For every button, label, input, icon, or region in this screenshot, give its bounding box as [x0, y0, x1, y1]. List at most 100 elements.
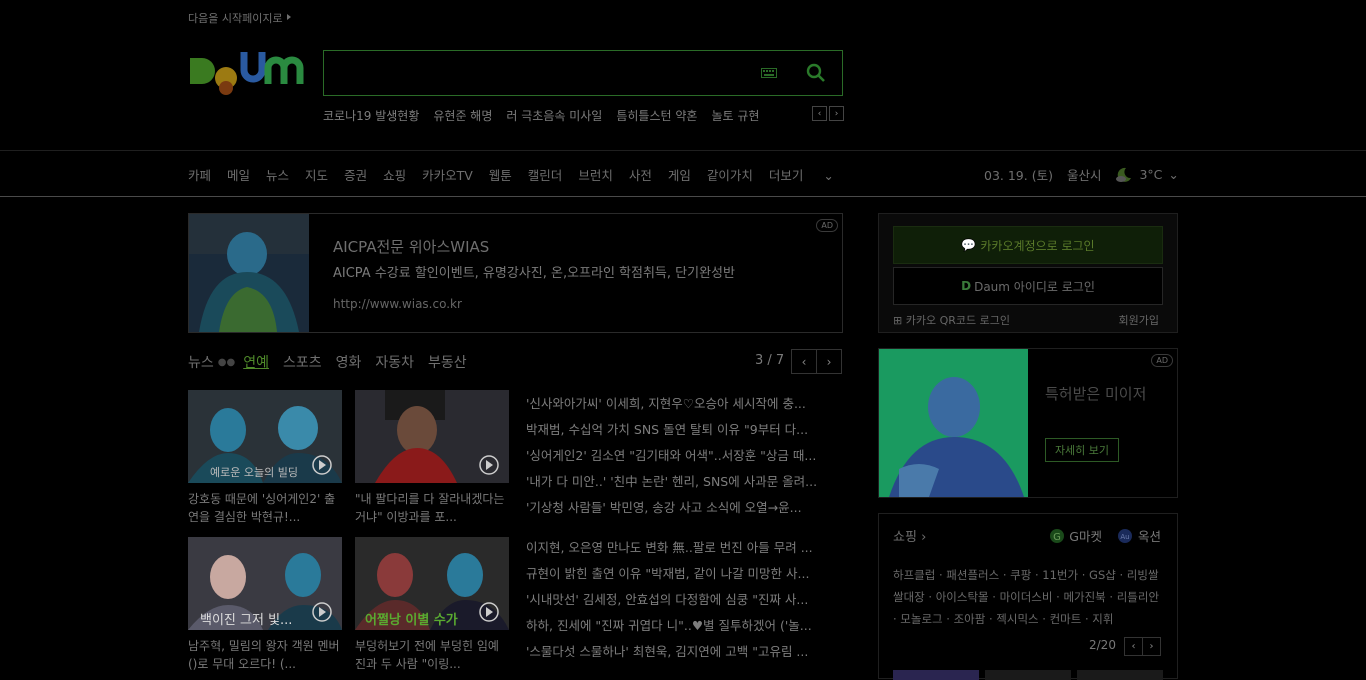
tab-realestate[interactable]: 부동산 — [428, 352, 467, 372]
news-headline[interactable]: '시내맛선' 김세정, 안효섭의 다정함에 심쿵 "진짜 사... — [526, 587, 844, 613]
news-thumbnail[interactable]: 예로운 오늘의 빌딩 — [188, 390, 342, 483]
ad-description: AICPA 수강료 할인이벤트, 유명강사진, 온,오프라인 학점취득, 단기완… — [333, 266, 735, 281]
location-text[interactable]: 울산시 — [1067, 165, 1102, 184]
news-headline[interactable]: '내가 다 미안..' '친中 논란' 헨리, SNS에 사과문 올려... — [526, 469, 844, 495]
auction-label: 옥션 — [1137, 529, 1161, 544]
gmarket-link[interactable]: G G마켓 — [1049, 526, 1102, 545]
auction-icon: Au — [1117, 528, 1132, 543]
nav-item-calendar[interactable]: 캘린더 — [528, 165, 563, 184]
nav-item-dictionary[interactable]: 사전 — [629, 165, 652, 184]
news-thumbnail[interactable]: 백이진 그저 빛... — [188, 537, 342, 630]
ad-banner[interactable]: AD AICPA전문 위아스WIAS AICPA 수강료 할인이벤트, 유명강사… — [188, 213, 843, 333]
thumbnail-overlay-text: 예로운 오늘의 빌딩 — [210, 466, 298, 479]
news-headline[interactable]: '신사와아가씨' 이세희, 지현우♡오승아 세시작에 충... — [526, 391, 844, 417]
chevron-right-icon[interactable]: › — [1142, 637, 1161, 656]
nav-item-brunch[interactable]: 브런치 — [578, 165, 613, 184]
chevron-left-icon[interactable]: ‹ — [812, 106, 827, 121]
shopping-partners: G G마켓 Au 옥션 — [1049, 526, 1161, 545]
issue-keyword[interactable]: 코로나19 발생현황 — [323, 107, 419, 125]
weather-group[interactable]: 3°C ⌄ — [1115, 166, 1179, 184]
news-list: 이지현, 오은영 만나도 변화 無..팔로 번진 아들 무려 ... 규현이 밝… — [526, 535, 844, 665]
main-nav: 카페 메일 뉴스 지도 증권 쇼핑 카카오TV 웹툰 캘린더 브런치 사전 게임… — [188, 165, 866, 184]
shopping-item[interactable] — [1077, 670, 1163, 680]
shopping-item[interactable] — [893, 670, 979, 680]
shopping-box: 쇼핑 › G G마켓 Au 옥션 하프클럽 · 패션플러스 · 쿠팡 · 11번… — [878, 513, 1178, 680]
daum-login-button[interactable]: D Daum 아이디로 로그인 — [893, 267, 1163, 305]
chevron-left-icon[interactable]: ‹ — [1124, 637, 1143, 656]
tab-movie[interactable]: 영화 — [336, 352, 362, 372]
chevron-right-icon[interactable]: › — [816, 349, 842, 374]
nav-item-news[interactable]: 뉴스 — [266, 165, 289, 184]
ad-detail-button[interactable]: 자세히 보기 — [1045, 438, 1119, 462]
nav-item-map[interactable]: 지도 — [305, 165, 328, 184]
start-page-link[interactable]: 다음을 시작페이지로 — [188, 10, 291, 26]
tab-entertainment[interactable]: 연예 — [243, 352, 269, 372]
shopping-title[interactable]: 쇼핑 › — [893, 526, 926, 545]
nav-item-more[interactable]: 더보기 ⌄ — [769, 165, 850, 184]
daum-logo[interactable] — [188, 48, 306, 100]
news-pager: ‹ › — [791, 349, 842, 374]
divider — [0, 196, 1366, 197]
news-headline[interactable]: 이지현, 오은영 만나도 변화 無..팔로 번진 아들 무려 ... — [526, 535, 844, 561]
tab-sports[interactable]: 스포츠 — [283, 352, 322, 372]
news-headline[interactable]: '스물다섯 스물하나' 최현욱, 김지연에 고백 "고유림 ... — [526, 639, 844, 665]
news-caption[interactable]: "내 팔다리를 다 잘라내겠다는 거냐" 이방과를 포... — [355, 490, 509, 526]
news-headline[interactable]: 규현이 밝힌 출연 이유 "박재범, 같이 나갈 미망한 사... — [526, 561, 844, 587]
auction-link[interactable]: Au 옥션 — [1116, 526, 1161, 545]
news-image — [355, 390, 509, 483]
daum-login-label: Daum 아이디로 로그인 — [974, 279, 1095, 294]
issue-keyword[interactable]: 틈히틀스턴 약혼 — [616, 107, 697, 125]
news-list: '신사와아가씨' 이세희, 지현우♡오승아 세시작에 충... 박재범, 수십억… — [526, 391, 844, 521]
shopping-page-counter: 2/20 — [1089, 638, 1116, 652]
signup-link[interactable]: 회원가입 — [1119, 312, 1159, 328]
search-input[interactable] — [334, 59, 748, 87]
moon-cloud-icon — [1116, 167, 1132, 182]
nav-item-cafe[interactable]: 카페 — [188, 165, 211, 184]
gmarket-icon: G — [1050, 528, 1065, 543]
news-caption[interactable]: 남주혁, 밀림의 왕자 객원 멘버()로 무대 오르다! (... — [188, 637, 342, 673]
search-icon[interactable] — [806, 63, 826, 83]
shopping-title-label: 쇼핑 — [893, 530, 917, 545]
nav-item-together[interactable]: 같이가치 — [707, 165, 753, 184]
nav-item-webtoon[interactable]: 웹툰 — [489, 165, 512, 184]
chevron-down-icon: ⌄ — [819, 168, 834, 183]
tab-car[interactable]: 자동차 — [375, 352, 414, 372]
issue-pager: ‹ › — [812, 106, 844, 121]
news-caption[interactable]: 강호동 때문에 '싱어게인2' 출연을 결심한 박현규!... — [188, 490, 342, 526]
qr-code-icon: ⊞ — [893, 314, 903, 327]
nav-item-shopping[interactable]: 쇼핑 — [383, 165, 406, 184]
nav-item-game[interactable]: 게임 — [668, 165, 691, 184]
chevron-left-icon[interactable]: ‹ — [791, 349, 817, 374]
tab-news[interactable]: 뉴스 — [188, 352, 214, 372]
kakao-login-button[interactable]: 💬 카카오계정으로 로그인 — [893, 226, 1163, 264]
shopping-pager: ‹ › — [1124, 637, 1161, 656]
issue-keyword[interactable]: 러 극초음속 미사일 — [506, 107, 602, 125]
arrow-right-icon — [286, 14, 291, 20]
news-headline[interactable]: '싱어게인2' 김소연 "김기태와 어색"..서장훈 "상금 때... — [526, 443, 844, 469]
news-caption[interactable]: 부덩허보기 전에 부덩힌 임예진과 두 사람 "이링... — [355, 637, 509, 673]
shopping-links[interactable]: 하프클럽 · 패션플러스 · 쿠팡 · 11번가 · GS샵 · 리빙쌀쌀대장 … — [893, 564, 1165, 630]
news-headline[interactable]: 박재범, 수십억 가치 SNS 돌연 탈퇴 이유 "9부터 다... — [526, 417, 844, 443]
news-thumbnail[interactable] — [355, 390, 509, 483]
nav-item-mail[interactable]: 메일 — [227, 165, 250, 184]
ad-image — [189, 214, 309, 332]
nav-more-label: 더보기 — [768, 168, 804, 183]
divider — [0, 150, 1366, 151]
issue-keyword[interactable]: 놀토 규현 — [711, 107, 759, 125]
chevron-right-icon[interactable]: › — [829, 106, 844, 121]
chevron-right-icon: › — [921, 530, 927, 545]
nav-item-stock[interactable]: 증권 — [344, 165, 367, 184]
nav-item-kakaotv[interactable]: 카카오TV — [422, 165, 473, 184]
shopping-item[interactable] — [985, 670, 1071, 680]
svg-text:Au: Au — [1120, 533, 1129, 541]
qr-login-link[interactable]: ⊞ 카카오 QR코드 로그인 — [893, 312, 1010, 328]
side-ad[interactable]: AD 특허받은 미이저 자세히 보기 — [878, 348, 1178, 498]
keyboard-icon[interactable] — [761, 68, 777, 78]
news-headline[interactable]: 하하, 진세에 "진짜 귀엽다 니"..♥별 질투하겠어 ('놀... — [526, 613, 844, 639]
ad-title: AICPA전문 위아스WIAS — [333, 238, 490, 256]
news-headline[interactable]: '기상청 사람들' 박민영, 송강 사고 소식에 오열→윤... — [526, 495, 844, 521]
date-text: 03. 19. (토) — [984, 168, 1053, 183]
kakao-login-label: 카카오계정으로 로그인 — [980, 238, 1095, 253]
issue-keyword[interactable]: 유현준 해명 — [433, 107, 492, 125]
news-thumbnail[interactable]: 어쩔낭 이별 수가 — [355, 537, 509, 630]
